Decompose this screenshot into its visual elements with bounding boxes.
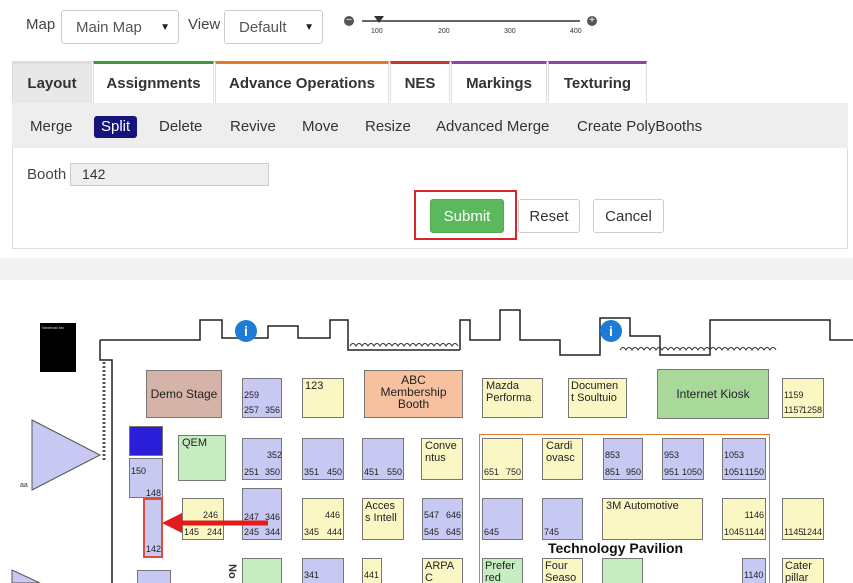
tab-nes[interactable]: NES bbox=[390, 61, 450, 103]
booth[interactable]: 259 257 356 bbox=[242, 378, 282, 418]
booth-document[interactable]: Documen t Soultuio bbox=[568, 378, 627, 418]
booth[interactable]: 1053 1051 1150 bbox=[722, 438, 766, 480]
tab-layout[interactable]: Layout bbox=[12, 61, 92, 103]
booth[interactable] bbox=[242, 558, 282, 583]
booth-label: Booth bbox=[27, 166, 67, 183]
booth-internet-kiosk[interactable]: Internet Kiosk bbox=[657, 369, 769, 419]
booth[interactable]: 547 646 545 645 bbox=[422, 498, 463, 540]
booth[interactable]: 953 951 1050 bbox=[662, 438, 704, 480]
booth[interactable]: 351 450 bbox=[302, 438, 344, 480]
zoom-tick: 400 bbox=[570, 28, 582, 35]
submit-button[interactable]: Submit bbox=[430, 199, 504, 233]
map-label: Map bbox=[26, 16, 56, 33]
chevron-down-icon: ▼ bbox=[160, 21, 170, 33]
tab-markings[interactable]: Markings bbox=[451, 61, 547, 103]
subnav-merge[interactable]: Merge bbox=[30, 116, 73, 138]
booth[interactable]: 651 750 bbox=[482, 438, 523, 480]
booth[interactable]: 1159 1157 1258 bbox=[782, 378, 824, 418]
subnav-create-polybooths[interactable]: Create PolyBooths bbox=[577, 116, 702, 138]
zoom-tick: 100 bbox=[371, 28, 383, 35]
zoom-slider-track[interactable] bbox=[362, 20, 580, 22]
booth[interactable]: 441 bbox=[362, 558, 382, 583]
left-marker-label: aa bbox=[20, 482, 28, 489]
booth[interactable]: 352 251 350 bbox=[242, 438, 282, 480]
info-icon[interactable]: i bbox=[235, 320, 257, 342]
view-select-value: Default bbox=[239, 18, 287, 36]
view-select[interactable]: Default ▼ bbox=[224, 10, 323, 44]
booth-123[interactable]: 123 bbox=[302, 378, 344, 418]
zoom-out-icon[interactable]: − bbox=[344, 16, 354, 26]
booth-conventus[interactable]: Conve ntus bbox=[421, 438, 463, 480]
booth[interactable]: 645 bbox=[482, 498, 523, 540]
subnav-revive[interactable]: Revive bbox=[230, 116, 276, 138]
booth-qem[interactable]: QEM bbox=[178, 435, 226, 481]
chevron-down-icon: ▼ bbox=[304, 21, 314, 33]
booth[interactable]: 853 851 950 bbox=[603, 438, 643, 480]
booth[interactable]: 150 148 bbox=[129, 458, 163, 498]
booth[interactable]: 446 345 444 bbox=[302, 498, 344, 540]
subnav-advanced-merge[interactable]: Advanced Merge bbox=[436, 116, 549, 138]
zoom-tick: 200 bbox=[438, 28, 450, 35]
booth[interactable]: 1146 1045 1144 bbox=[722, 498, 766, 540]
booth-input[interactable]: 142 bbox=[70, 163, 269, 186]
tab-advance-operations[interactable]: Advance Operations bbox=[215, 61, 389, 103]
info-icon[interactable]: i bbox=[600, 320, 622, 342]
subnav-bar bbox=[12, 103, 848, 148]
booth-caterpillar[interactable]: Cater pillar bbox=[782, 558, 824, 583]
booth-access[interactable]: Acces s Intell bbox=[362, 498, 404, 540]
subnav-move[interactable]: Move bbox=[302, 116, 339, 138]
booth[interactable] bbox=[137, 570, 171, 583]
booth-four[interactable]: Four Seaso bbox=[542, 558, 583, 583]
booth-demo-stage[interactable]: Demo Stage bbox=[146, 370, 222, 418]
booth-preferred[interactable]: Prefer red bbox=[482, 558, 523, 583]
booth[interactable]: 451 550 bbox=[362, 438, 404, 480]
vertical-label: No bbox=[226, 564, 238, 579]
booth-mazda[interactable]: Mazda Performa bbox=[482, 378, 543, 418]
booth[interactable]: 341 bbox=[302, 558, 344, 583]
booth[interactable] bbox=[602, 558, 643, 583]
booth[interactable]: 745 bbox=[542, 498, 583, 540]
booth-black[interactable]: Nexthost Inc bbox=[40, 323, 76, 372]
booth[interactable]: 1145 1244 bbox=[782, 498, 824, 540]
map-select[interactable]: Main Map ▼ bbox=[61, 10, 179, 44]
section-divider bbox=[0, 258, 853, 280]
subnav-split[interactable]: Split bbox=[94, 116, 138, 138]
cancel-button[interactable]: Cancel bbox=[593, 199, 664, 233]
booth-abc[interactable]: ABC Membership Booth bbox=[364, 370, 463, 418]
tab-assignments[interactable]: Assignments bbox=[93, 61, 214, 103]
technology-pavilion-title: Technology Pavilion bbox=[548, 540, 684, 556]
view-label: View bbox=[188, 16, 221, 33]
zoom-in-icon[interactable]: + bbox=[587, 16, 597, 26]
map-select-value: Main Map bbox=[76, 18, 142, 36]
reset-button[interactable]: Reset bbox=[518, 199, 580, 233]
arrow-left-icon bbox=[162, 513, 268, 533]
zoom-slider-handle[interactable] bbox=[374, 16, 384, 23]
booth-blue[interactable] bbox=[129, 426, 163, 456]
zoom-tick: 300 bbox=[504, 28, 516, 35]
subnav-resize[interactable]: Resize bbox=[365, 116, 411, 138]
booth[interactable]: 1140 bbox=[742, 558, 766, 583]
booth-arpa[interactable]: ARPA C bbox=[422, 558, 463, 583]
floor-plan[interactable]: i i Nexthost Inc aa Demo Stage ABC Membe… bbox=[0, 280, 853, 583]
tab-texturing[interactable]: Texturing bbox=[548, 61, 647, 103]
subnav-delete[interactable]: Delete bbox=[159, 116, 202, 138]
